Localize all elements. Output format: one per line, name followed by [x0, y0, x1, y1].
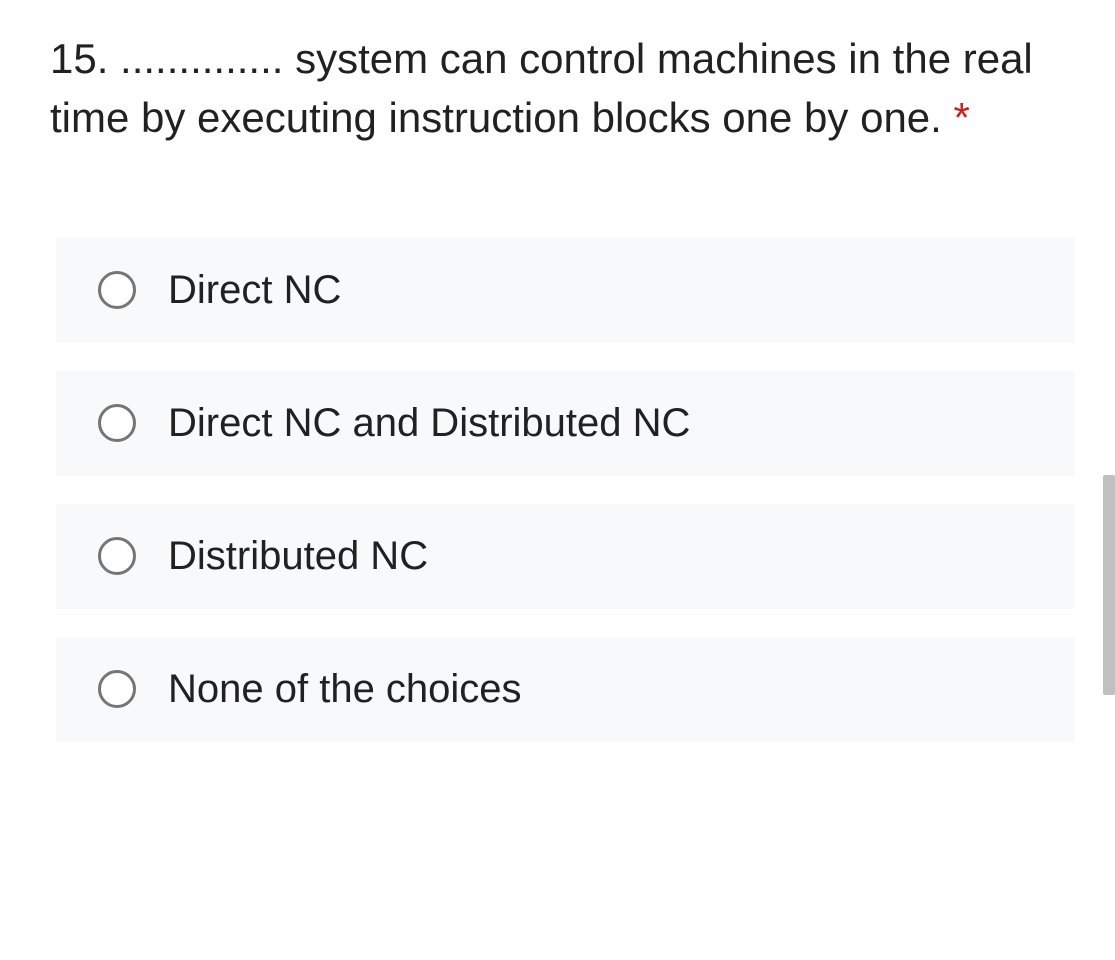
option-row-4[interactable]: None of the choices: [56, 637, 1075, 742]
options-list: Direct NC Direct NC and Distributed NC D…: [50, 238, 1075, 742]
question-container: 15. .............. system can control ma…: [0, 0, 1115, 742]
option-row-3[interactable]: Distributed NC: [56, 504, 1075, 609]
required-asterisk: *: [954, 94, 970, 141]
option-label: Direct NC and Distributed NC: [168, 401, 690, 446]
option-label: Direct NC: [168, 268, 341, 313]
question-text-content: 15. .............. system can control ma…: [50, 35, 1033, 141]
option-label: Distributed NC: [168, 534, 428, 579]
radio-icon[interactable]: [98, 404, 136, 442]
question-prompt: 15. .............. system can control ma…: [50, 30, 1075, 148]
option-row-1[interactable]: Direct NC: [56, 238, 1075, 343]
radio-icon[interactable]: [98, 670, 136, 708]
option-row-2[interactable]: Direct NC and Distributed NC: [56, 371, 1075, 476]
option-label: None of the choices: [168, 667, 522, 712]
scrollbar-thumb[interactable]: [1103, 475, 1115, 695]
radio-icon[interactable]: [98, 537, 136, 575]
radio-icon[interactable]: [98, 271, 136, 309]
